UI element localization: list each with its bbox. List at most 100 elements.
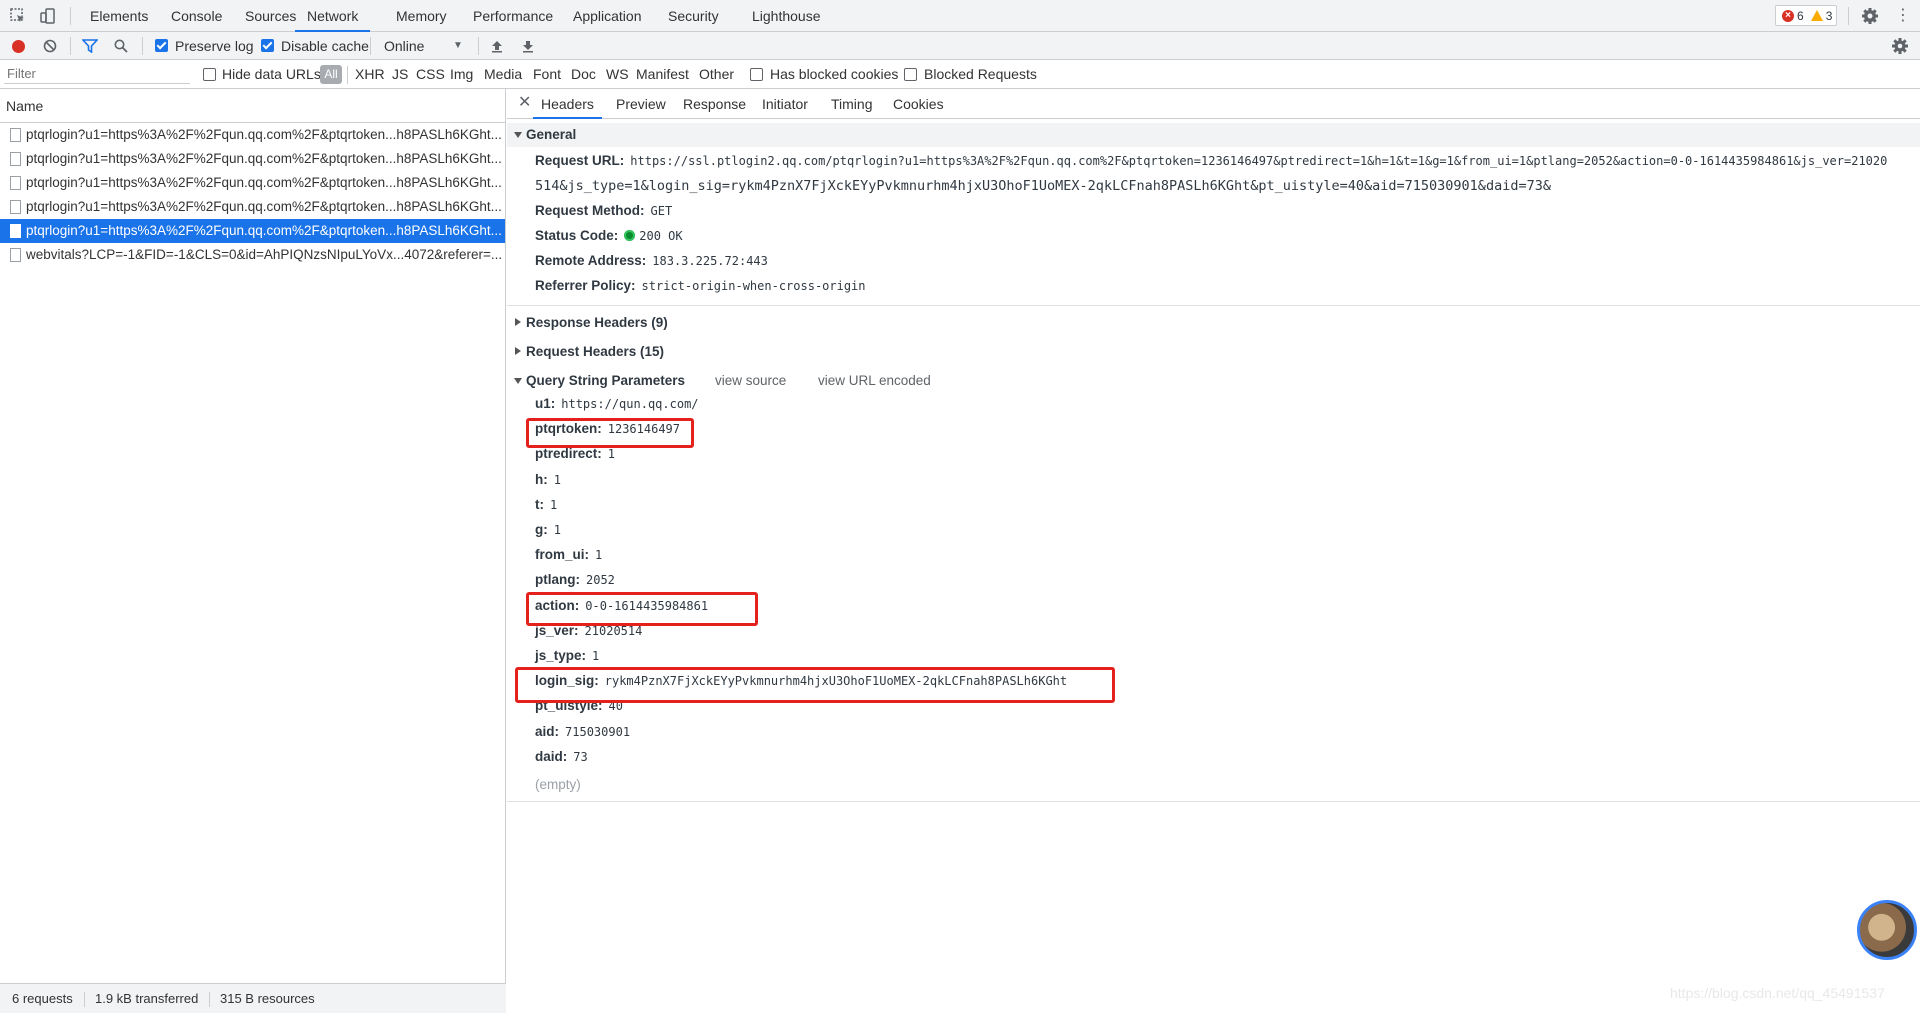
referrer-policy-key: Referrer Policy: (535, 278, 636, 293)
response-headers-title: Response Headers (9) (526, 315, 668, 330)
view-url-encoded-link[interactable]: view URL encoded (818, 369, 931, 393)
detail-tab-bar: ✕ Headers Preview Response Initiator Tim… (507, 89, 1920, 119)
request-headers-section-header[interactable]: Request Headers (15) (507, 340, 1920, 364)
request-name: webvitals?LCP=-1&FID=-1&CLS=0&id=AhPIQNz… (26, 247, 503, 262)
filter-funnel-icon[interactable] (80, 36, 100, 56)
section-divider (507, 305, 1920, 306)
response-headers-section-header[interactable]: Response Headers (9) (507, 311, 1920, 335)
request-row[interactable]: ptqrlogin?u1=https%3A%2F%2Fqun.qq.com%2F… (0, 123, 505, 147)
filter-type-ws[interactable]: WS (606, 60, 629, 89)
tab-response[interactable]: Response (683, 89, 746, 119)
filter-type-media[interactable]: Media (484, 60, 522, 89)
hide-data-urls-checkbox[interactable] (203, 68, 216, 81)
query-param-key: aid: (535, 723, 560, 739)
filter-type-css[interactable]: CSS (416, 60, 445, 89)
filter-type-js[interactable]: JS (392, 60, 408, 89)
inspect-element-icon[interactable] (8, 6, 28, 26)
request-name: ptqrlogin?u1=https%3A%2F%2Fqun.qq.com%2F… (26, 175, 502, 190)
general-section-header[interactable]: General (507, 123, 1920, 147)
query-param-row: u1: https://qun.qq.com/ (535, 396, 699, 411)
request-name: ptqrlogin?u1=https%3A%2F%2Fqun.qq.com%2F… (26, 127, 502, 142)
query-param-row: t: 1 (535, 497, 557, 512)
query-param-row: aid: 715030901 (535, 724, 630, 739)
referrer-policy-row: Referrer Policy: strict-origin-when-cross… (535, 278, 866, 293)
filter-bar: Hide data URLs All XHR JS CSS Img Media … (0, 60, 1920, 89)
document-icon (10, 224, 21, 238)
tab-memory[interactable]: Memory (396, 0, 447, 32)
tab-sources[interactable]: Sources (245, 0, 296, 32)
disable-cache-checkbox[interactable] (261, 39, 274, 52)
query-param-key: u1: (535, 396, 556, 411)
request-url-value: https://ssl.ptlogin2.qq.com/ptqrlogin?u1… (630, 154, 1888, 168)
request-name: ptqrlogin?u1=https%3A%2F%2Fqun.qq.com%2F… (26, 151, 502, 166)
export-har-icon[interactable] (518, 36, 538, 56)
import-har-icon[interactable] (487, 36, 507, 56)
tab-elements[interactable]: Elements (90, 0, 148, 32)
view-source-link[interactable]: view source (715, 369, 786, 393)
network-settings-icon[interactable] (1890, 36, 1910, 56)
tab-security[interactable]: Security (668, 0, 719, 32)
filter-type-manifest[interactable]: Manifest (636, 60, 689, 89)
status-code-key: Status Code: (535, 228, 619, 243)
tab-application[interactable]: Application (573, 0, 642, 32)
request-url-continuation: 514&js_type=1&login_sig=rykm4PznX7FjXckE… (535, 178, 1551, 194)
query-param-key: daid: (535, 748, 568, 764)
query-param-value: 1 (550, 497, 558, 512)
filter-type-doc[interactable]: Doc (571, 60, 596, 89)
error-icon: × (1782, 9, 1794, 22)
throttling-select[interactable]: Online (384, 32, 424, 60)
blocked-requests-checkbox[interactable] (904, 68, 917, 81)
tab-initiator[interactable]: Initiator (762, 89, 808, 119)
tab-headers[interactable]: Headers (533, 89, 602, 119)
filter-type-font[interactable]: Font (533, 60, 561, 89)
settings-gear-icon[interactable] (1860, 6, 1880, 26)
chevron-down-icon[interactable]: ▼ (453, 32, 463, 60)
tab-network[interactable]: Network (295, 0, 371, 32)
devtools-tab-bar: Elements Console Sources Network Memory … (0, 0, 1920, 32)
query-params-section-header[interactable]: Query String Parameters view source view… (507, 369, 1920, 393)
tab-preview[interactable]: Preview (616, 89, 666, 119)
document-icon (10, 200, 21, 214)
query-param-row: from_ui: 1 (535, 547, 602, 562)
avatar[interactable] (1857, 900, 1917, 960)
query-param-value: 715030901 (565, 724, 631, 739)
warning-icon (1810, 10, 1823, 21)
name-column-header[interactable]: Name (0, 89, 506, 123)
status-code-row: Status Code: 200 OK (535, 228, 683, 243)
clear-icon[interactable] (40, 36, 60, 56)
tab-cookies[interactable]: Cookies (893, 89, 944, 119)
filter-type-xhr[interactable]: XHR (355, 60, 385, 89)
filter-input[interactable] (4, 64, 190, 84)
device-toolbar-icon[interactable] (38, 6, 58, 26)
toolbar-divider (1848, 7, 1849, 25)
filter-type-img[interactable]: Img (450, 60, 473, 89)
request-row[interactable]: ptqrlogin?u1=https%3A%2F%2Fqun.qq.com%2F… (0, 195, 505, 219)
close-icon[interactable]: ✕ (518, 89, 531, 117)
tab-performance[interactable]: Performance (473, 0, 553, 32)
toolbar-divider (70, 7, 71, 25)
query-param-row: ptlang: 2052 (535, 572, 615, 587)
has-blocked-cookies-checkbox[interactable] (750, 68, 763, 81)
highlight-ptqrtoken (526, 418, 694, 448)
filter-type-other[interactable]: Other (699, 60, 734, 89)
query-param-key: from_ui: (535, 547, 589, 563)
request-row[interactable]: ptqrlogin?u1=https%3A%2F%2Fqun.qq.com%2F… (0, 171, 505, 195)
tab-lighthouse[interactable]: Lighthouse (752, 0, 821, 32)
request-row[interactable]: webvitals?LCP=-1&FID=-1&CLS=0&id=AhPIQNz… (0, 243, 505, 267)
filter-type-all[interactable]: All (320, 65, 342, 84)
preserve-log-checkbox[interactable] (155, 39, 168, 52)
query-param-key: js_type: (535, 648, 587, 663)
query-param-key: t: (535, 496, 544, 512)
tab-console[interactable]: Console (171, 0, 222, 32)
request-row-selected[interactable]: ptqrlogin?u1=https%3A%2F%2Fqun.qq.com%2F… (0, 219, 505, 243)
more-menu-icon[interactable]: ⋮ (1893, 6, 1913, 26)
issues-badge[interactable]: × 6 3 (1775, 5, 1837, 26)
query-param-value: 1 (595, 548, 603, 563)
tab-timing[interactable]: Timing (831, 89, 873, 119)
toolbar-divider (478, 37, 479, 55)
network-toolbar: Preserve log Disable cache Online ▼ (0, 32, 1920, 60)
document-icon (10, 176, 21, 190)
search-icon[interactable] (111, 36, 131, 56)
record-icon[interactable] (8, 36, 28, 56)
request-row[interactable]: ptqrlogin?u1=https%3A%2F%2Fqun.qq.com%2F… (0, 147, 505, 171)
